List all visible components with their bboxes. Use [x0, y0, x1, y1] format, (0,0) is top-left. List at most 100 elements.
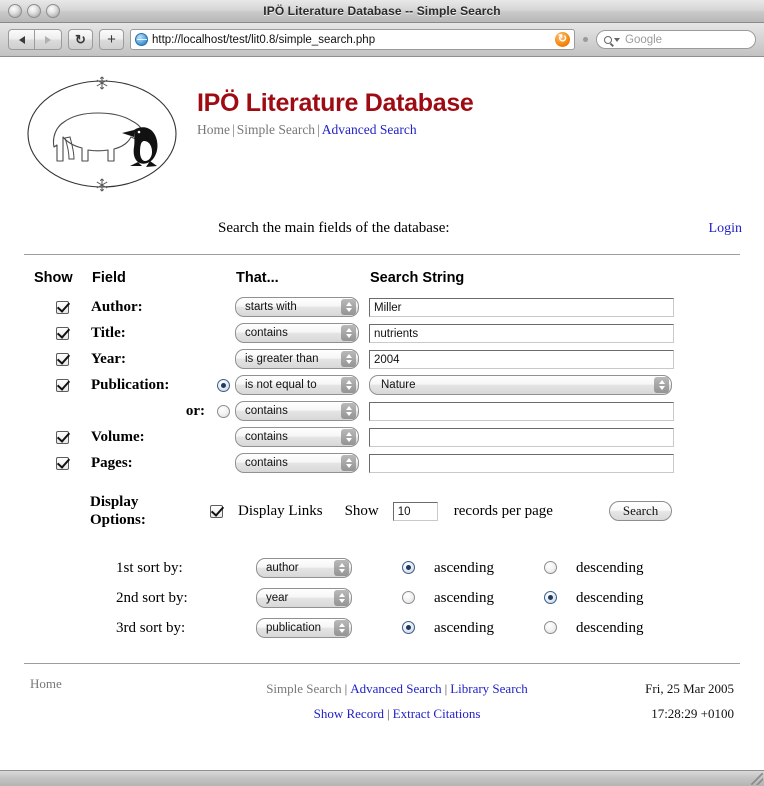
show-checkbox-volume[interactable] — [56, 430, 69, 444]
sort-descending-label-1: descending — [576, 559, 644, 576]
records-per-page-input[interactable]: 10 — [392, 502, 438, 522]
google-search-placeholder: Google — [625, 33, 663, 46]
back-button[interactable] — [8, 29, 35, 50]
operator-select-author[interactable]: starts with — [235, 297, 359, 317]
field-label-author: Author: — [91, 299, 143, 315]
stepper-arrows-icon — [341, 377, 356, 393]
display-options-label-line1: Display — [90, 494, 139, 510]
stepper-arrows-icon — [334, 559, 349, 576]
stepper-arrows-icon — [341, 351, 356, 367]
footer-home-link[interactable]: Home — [30, 676, 210, 692]
footer-links-row1: Simple Search | Advanced Search | Library Se… — [210, 676, 584, 701]
search-input-publication-or[interactable] — [369, 401, 674, 421]
show-checkbox-title[interactable] — [56, 326, 69, 340]
sort-ascending-radio-3[interactable] — [402, 621, 415, 635]
header-text-block: IPÖ Literature Database Home | Simple Sear… — [197, 71, 742, 138]
plus-icon: + — [107, 31, 116, 48]
show-checkbox-year[interactable] — [56, 352, 69, 366]
sort-field-select-1[interactable]: author — [256, 557, 352, 578]
stepper-arrows-icon — [341, 403, 356, 419]
footer-link-library-search[interactable]: Library Search — [450, 681, 528, 696]
rss-icon[interactable]: ↻ — [555, 32, 570, 47]
sort-descending-radio-3[interactable] — [544, 621, 557, 635]
nav-separator: | — [232, 122, 235, 137]
sort-field-value-2: year — [266, 591, 289, 604]
search-input-author[interactable]: Miller — [369, 297, 674, 317]
operator-select-volume[interactable]: contains — [235, 427, 359, 447]
sort-field-select-2[interactable]: year — [256, 587, 352, 608]
column-header-that: That... — [236, 270, 279, 286]
search-input-volume[interactable] — [369, 427, 674, 447]
footer-link-show-record[interactable]: Show Record — [314, 706, 384, 721]
sort-descending-label-2: descending — [576, 589, 644, 606]
sort-descending-radio-2[interactable] — [544, 591, 557, 605]
add-bookmark-button[interactable]: + — [99, 29, 124, 50]
nav-item-home[interactable]: Home — [197, 122, 230, 137]
sort-label-3: 3rd sort by: — [116, 619, 186, 636]
search-button[interactable]: Search — [608, 501, 673, 522]
reload-icon: ↻ — [75, 32, 86, 47]
show-checkbox-author[interactable] — [56, 300, 69, 314]
footer-link-extract-citations[interactable]: Extract Citations — [393, 706, 481, 721]
stepper-arrows-icon — [334, 619, 349, 636]
nav-item-simple-search[interactable]: Simple Search — [237, 122, 315, 137]
show-checkbox-publication[interactable] — [56, 378, 69, 392]
footer-link-advanced-search[interactable]: Advanced Search — [350, 681, 441, 696]
sort-ascending-radio-1[interactable] — [402, 561, 415, 575]
zoom-button[interactable] — [46, 4, 60, 18]
minimize-button[interactable] — [27, 4, 41, 18]
footer-date: Fri, 25 Mar 2005 — [645, 680, 734, 696]
close-button[interactable] — [8, 4, 22, 18]
footer-time: 17:28:29 +0100 — [651, 705, 734, 721]
browser-window: IPÖ Literature Database -- Simple Search… — [0, 0, 764, 786]
display-options-row: Display Options: Display Links Show 10 r… — [0, 490, 764, 533]
chevron-down-icon[interactable] — [614, 37, 620, 42]
operator-select-pages[interactable]: contains — [235, 453, 359, 473]
column-header-field: Field — [92, 270, 126, 286]
reload-button[interactable]: ↻ — [68, 29, 93, 50]
forward-arrow-icon — [45, 35, 51, 44]
polar-bear-penguin-logo-icon — [27, 76, 177, 192]
sort-ascending-label-2: ascending — [434, 589, 494, 606]
search-input-title[interactable]: nutrients — [369, 323, 674, 343]
sort-ascending-label-1: ascending — [434, 559, 494, 576]
search-input-pages[interactable] — [369, 453, 674, 473]
operator-select-publication[interactable]: is not equal to — [235, 375, 359, 395]
field-label-title: Title: — [91, 325, 126, 341]
bookmark-dot-icon — [583, 37, 588, 42]
operator-value-author: starts with — [245, 301, 297, 313]
display-links-checkbox[interactable] — [210, 505, 223, 519]
publication-radio-secondary[interactable] — [216, 404, 230, 418]
footer-link-simple-search[interactable]: Simple Search — [266, 681, 341, 696]
sort-field-select-3[interactable]: publication — [256, 617, 352, 638]
operator-value-year: is greater than — [245, 353, 319, 365]
operator-select-title[interactable]: contains — [235, 323, 359, 343]
form-row-title: Title: contains nutrients — [0, 320, 764, 346]
search-input-year[interactable]: 2004 — [369, 349, 674, 369]
google-search-input[interactable]: Google — [596, 30, 756, 49]
operator-value-volume: contains — [245, 431, 288, 443]
sort-label-2: 2nd sort by: — [116, 589, 188, 606]
footer-separator: | — [444, 680, 448, 696]
login-link[interactable]: Login — [709, 221, 742, 237]
address-bar[interactable]: http://localhost/test/lit0.8/simple_sear… — [130, 29, 575, 50]
address-bar-value: http://localhost/test/lit0.8/simple_sear… — [152, 33, 376, 46]
sort-descending-radio-1[interactable] — [544, 561, 557, 575]
sort-ascending-radio-2[interactable] — [402, 591, 415, 605]
operator-select-year[interactable]: is greater than — [235, 349, 359, 369]
search-instruction: Search the main fields of the database: — [218, 220, 450, 236]
logo — [22, 71, 197, 198]
main-nav: Home | Simple Search | Advanced Search — [197, 122, 742, 138]
nav-item-advanced-search[interactable]: Advanced Search — [322, 122, 417, 137]
forward-button[interactable] — [35, 29, 62, 50]
window-title: IPÖ Literature Database -- Simple Search — [263, 4, 501, 18]
resize-grip-icon[interactable] — [751, 773, 763, 785]
publication-radio-primary[interactable] — [216, 378, 230, 392]
operator-select-publication-or[interactable]: contains — [235, 401, 359, 421]
publication-value-select[interactable]: Nature — [369, 375, 672, 395]
sort-field-value-3: publication — [266, 621, 321, 634]
nav-button-group — [8, 29, 62, 50]
page-header: IPÖ Literature Database Home | Simple Sear… — [0, 57, 764, 198]
stepper-arrows-icon — [341, 429, 356, 445]
show-checkbox-pages[interactable] — [56, 456, 69, 470]
